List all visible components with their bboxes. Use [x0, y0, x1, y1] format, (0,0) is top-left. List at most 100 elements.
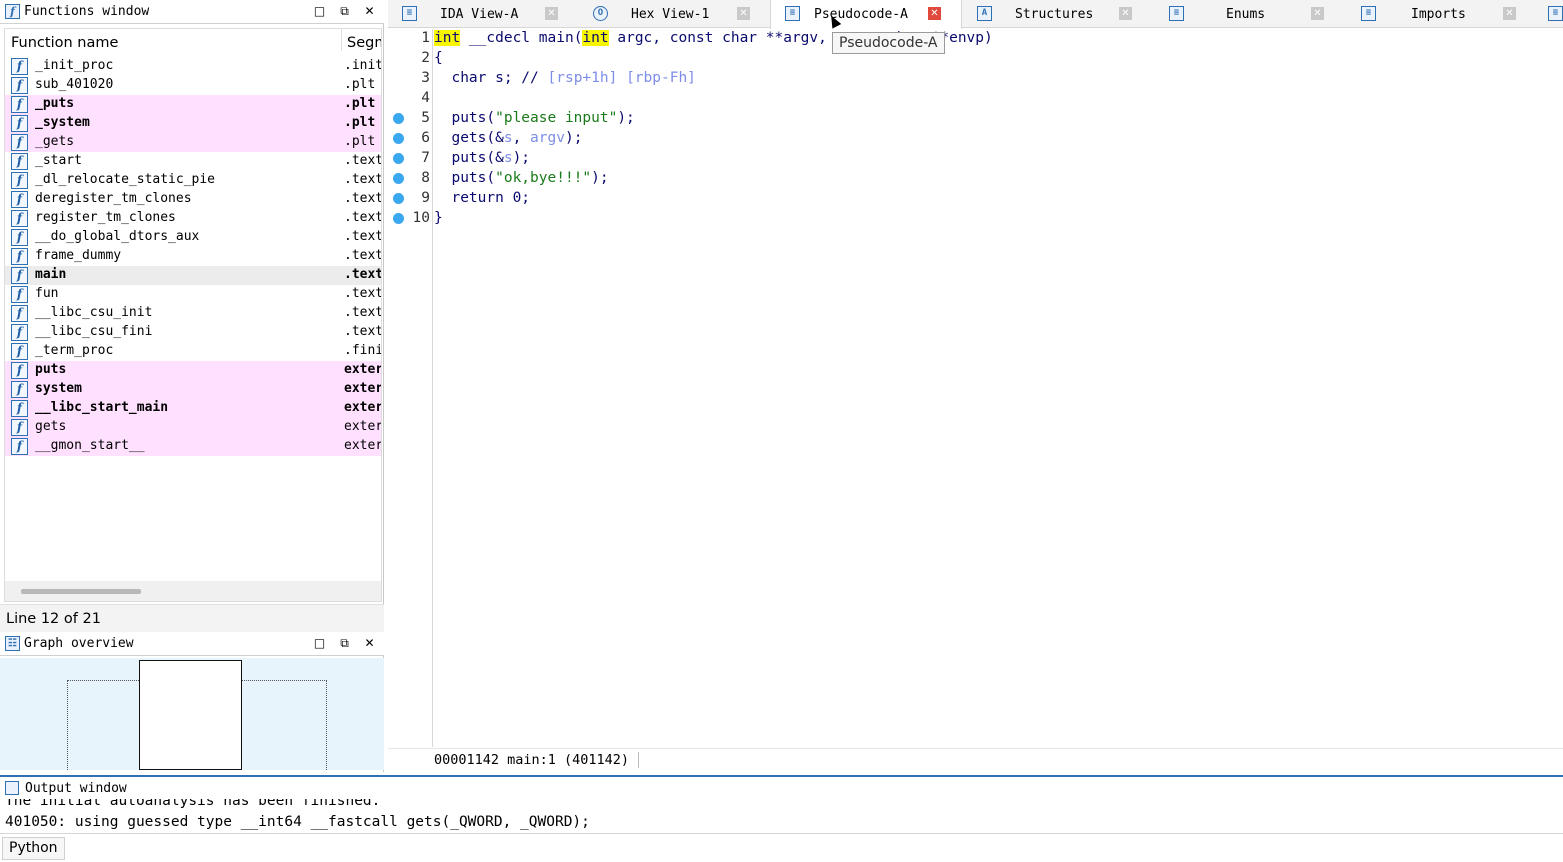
function-row[interactable]: f __libc_start_main extern: [5, 399, 381, 418]
function-icon: f: [11, 324, 28, 341]
tab-imports[interactable]: ≡ Imports ✕: [1348, 0, 1538, 28]
maximize-icon[interactable]: □: [313, 635, 326, 651]
function-row[interactable]: f fun .text: [5, 285, 382, 304]
code-line-1[interactable]: 1 int __cdecl main(int argc, const char …: [388, 29, 1563, 49]
code-line-7[interactable]: 7 puts(&s);: [388, 149, 1563, 169]
tab-enums[interactable]: ≡ Enums ✕: [1156, 0, 1346, 28]
function-row[interactable]: f _gets .plt: [5, 133, 381, 152]
function-row[interactable]: fputs extern: [5, 361, 381, 380]
output-window[interactable]: The initial autoanalysis has been finish…: [0, 799, 1563, 833]
function-row[interactable]: f main .text: [5, 266, 382, 285]
function-icon: f: [11, 115, 28, 132]
keyword-int[interactable]: int: [434, 30, 461, 46]
function-segment: .text: [344, 191, 382, 206]
tab-close-icon[interactable]: ✕: [1311, 7, 1324, 20]
function-segment: .text: [344, 248, 382, 263]
tab-close-icon[interactable]: ✕: [1503, 7, 1516, 20]
function-row[interactable]: f sub_401020 .plt: [5, 76, 381, 95]
scrollbar-thumb[interactable]: [21, 589, 141, 594]
function-row[interactable]: f deregister_tm_clones .text: [5, 190, 382, 209]
function-icon: f: [11, 400, 28, 417]
graph-overview-title: Graph overview: [24, 636, 134, 651]
function-row[interactable]: f _start .text: [5, 152, 381, 171]
function-name: _init_proc: [35, 58, 114, 73]
function-row[interactable]: f __do_global_dtors_aux .text: [5, 228, 381, 247]
code-line-4[interactable]: 4: [388, 89, 1563, 109]
tab-hex-view-1[interactable]: O Hex View-1 ✕: [578, 0, 768, 28]
graph-overview-canvas[interactable]: [0, 658, 384, 770]
functions-window-titlebar[interactable]: f Functions window □ ⧉ ✕: [0, 0, 384, 24]
graph-overview-titlebar[interactable]: ☷ Graph overview □ ⧉ ✕: [0, 632, 384, 656]
pseudocode-view[interactable]: 1 int __cdecl main(int argc, const char …: [388, 29, 1563, 772]
output-line: The initial autoanalysis has been finish…: [5, 799, 381, 809]
code-line-6[interactable]: 6 gets(&s, argv);: [388, 129, 1563, 149]
function-row[interactable]: f _init_proc .init: [5, 57, 381, 76]
function-icon: f: [5, 4, 20, 19]
function-segment: .text: [344, 286, 382, 301]
tab-structures[interactable]: A Structures ✕: [964, 0, 1154, 28]
tab-overflow[interactable]: ≡: [1540, 0, 1563, 28]
code-line-8[interactable]: 8 puts("ok,bye!!!");: [388, 169, 1563, 189]
function-row[interactable]: f register_tm_clones .text: [5, 209, 381, 228]
output-window-titlebar[interactable]: Output window: [0, 775, 1563, 799]
code-line-10[interactable]: 10 }: [388, 209, 1563, 229]
function-row[interactable]: f frame_dummy .text: [5, 247, 382, 266]
function-row[interactable]: f _system .plt: [5, 114, 381, 133]
function-segment: .plt: [344, 134, 376, 149]
function-icon: f: [11, 362, 28, 379]
tab-ida-view-a[interactable]: ≡ IDA View-A ✕: [388, 0, 578, 28]
output-window-title: Output window: [25, 780, 127, 796]
structures-icon: A: [977, 6, 992, 21]
float-window-icon[interactable]: ⧉: [338, 3, 351, 19]
tab-close-icon[interactable]: ✕: [545, 7, 558, 20]
script-language-button[interactable]: Python: [2, 837, 65, 860]
function-row[interactable]: fsystem extern: [5, 380, 381, 399]
code-line-3[interactable]: 3 char s; // [rsp+1h] [rbp-Fh]: [388, 69, 1563, 89]
graph-viewport-rect[interactable]: [139, 660, 242, 770]
column-header-segment[interactable]: Segm: [341, 29, 381, 51]
function-row[interactable]: f __libc_csu_fini .text: [5, 323, 381, 342]
function-name: _start: [35, 153, 82, 168]
variable-s[interactable]: s: [504, 130, 513, 146]
code-line-2[interactable]: 2 {: [388, 49, 1563, 69]
function-rows: f _init_proc .init f sub_401020 .plt f _puts .pl…: [5, 57, 382, 456]
function-list-header: Function name Segm: [5, 29, 381, 57]
function-row[interactable]: f __libc_csu_init .text: [5, 304, 381, 323]
tab-close-icon[interactable]: ✕: [928, 7, 941, 20]
tab-close-icon[interactable]: ✕: [737, 7, 750, 20]
function-icon: f: [11, 153, 28, 170]
function-name: puts: [35, 362, 67, 377]
function-icon: f: [11, 248, 28, 265]
function-icon: f: [11, 343, 28, 360]
code-line-5[interactable]: 5 puts("please input");: [388, 109, 1563, 129]
function-row[interactable]: f _term_proc .fini: [5, 342, 381, 361]
enums-icon: ≡: [1169, 6, 1184, 21]
function-name: system: [35, 381, 82, 396]
function-icon: f: [11, 229, 28, 246]
keyword-int[interactable]: int: [582, 30, 609, 46]
function-row[interactable]: f _puts .plt: [5, 95, 381, 114]
function-segment: .text: [344, 267, 382, 282]
function-row[interactable]: fgets extern: [5, 418, 381, 437]
function-icon: f: [11, 191, 28, 208]
function-row[interactable]: f _dl_relocate_static_pie .text: [5, 171, 381, 190]
function-icon: f: [11, 172, 28, 189]
tab-close-icon[interactable]: ✕: [1119, 7, 1132, 20]
column-header-function-name[interactable]: Function name: [11, 35, 118, 51]
float-window-icon[interactable]: ⧉: [338, 635, 351, 651]
close-icon[interactable]: ✕: [363, 3, 376, 19]
tab-pseudocode-a[interactable]: ≡ Pseudocode-A ✕: [770, 0, 962, 29]
horizontal-scrollbar[interactable]: [5, 581, 381, 601]
variable-s[interactable]: s: [504, 150, 513, 166]
code-line-9[interactable]: 9 return 0;: [388, 189, 1563, 209]
functions-window-title: Functions window: [24, 4, 150, 19]
close-icon[interactable]: ✕: [363, 635, 376, 651]
function-segment: .plt: [344, 77, 376, 92]
function-list[interactable]: Function name Segm f _init_proc .init f sub_…: [4, 28, 382, 602]
graph-overview-window: ☷ Graph overview □ ⧉ ✕: [0, 632, 384, 772]
maximize-icon[interactable]: □: [313, 3, 326, 19]
variable-argv[interactable]: argv: [530, 130, 565, 146]
function-name: __gmon_start__: [35, 438, 145, 453]
function-row[interactable]: f __gmon_start__ extern: [5, 437, 381, 456]
function-icon: f: [11, 286, 28, 303]
